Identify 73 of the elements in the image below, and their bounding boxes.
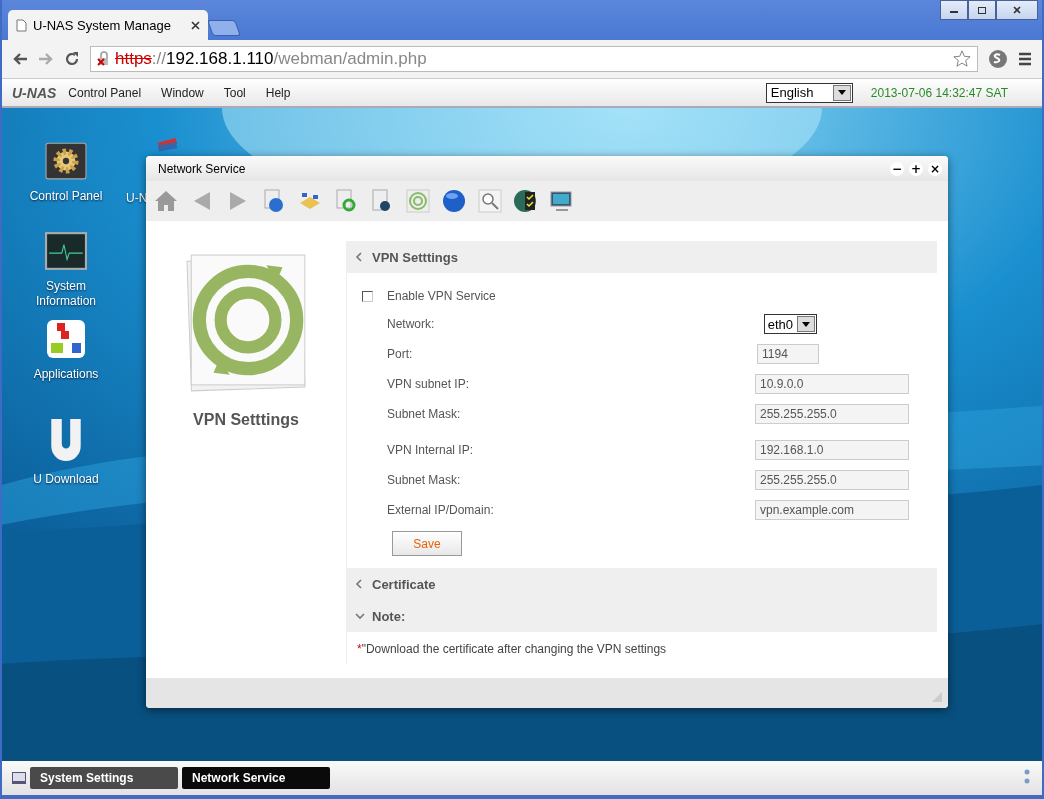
taskbar-button[interactable]: System Settings bbox=[30, 767, 178, 789]
show-desktop-icon[interactable] bbox=[12, 772, 26, 784]
app-logo: U-NAS bbox=[12, 84, 57, 101]
reload-icon[interactable] bbox=[64, 51, 80, 67]
field-label: Port: bbox=[387, 347, 413, 361]
resize-grip-icon[interactable] bbox=[932, 692, 942, 702]
menu-item[interactable]: Window bbox=[161, 85, 204, 100]
section-header[interactable]: Note: bbox=[346, 600, 937, 632]
document-refresh-icon[interactable] bbox=[334, 189, 358, 213]
browser-tab[interactable]: U-NAS System Manage bbox=[8, 10, 208, 40]
input-field[interactable]: 255.255.255.0 bbox=[755, 470, 909, 490]
note-text: *"Download the certificate after changing the VPN settings bbox=[357, 642, 667, 656]
gear-icon bbox=[45, 141, 87, 181]
window-control[interactable]: + bbox=[909, 161, 923, 176]
field-label: Subnet Mask: bbox=[387, 407, 461, 421]
new-tab-button[interactable] bbox=[207, 20, 241, 36]
network-select[interactable]: eth0 bbox=[763, 314, 817, 334]
caret-icon bbox=[837, 90, 846, 95]
document-globe-icon[interactable] bbox=[262, 189, 286, 213]
input-field[interactable]: 10.9.0.0 bbox=[755, 374, 909, 394]
tab-title: U-NAS System Manage bbox=[33, 17, 172, 33]
heartbeat-monitor-icon bbox=[45, 231, 87, 271]
close-button[interactable] bbox=[996, 0, 1038, 20]
input-field[interactable]: vpn.example.com bbox=[755, 500, 909, 520]
close-icon bbox=[1012, 6, 1022, 14]
shortcut-label[interactable]: U-N bbox=[126, 191, 148, 206]
window-control[interactable]: − bbox=[890, 161, 904, 176]
shortcut-label[interactable]: Control Panel bbox=[29, 189, 103, 204]
shortcut-label[interactable]: U Download bbox=[33, 472, 99, 487]
field-label: Network: bbox=[387, 317, 435, 331]
checkbox[interactable] bbox=[361, 290, 373, 302]
extension-icon[interactable] bbox=[988, 49, 1008, 69]
window-title: Network Service bbox=[158, 161, 246, 176]
menu-item[interactable]: Help bbox=[265, 85, 291, 100]
blocks-icon bbox=[45, 319, 87, 359]
page-icon bbox=[16, 18, 27, 32]
field-label: Subnet Mask: bbox=[387, 473, 461, 487]
insecure-lock-icon bbox=[97, 51, 111, 67]
monitor-icon[interactable] bbox=[550, 189, 574, 213]
sidebar-title: VPN Setttings bbox=[193, 411, 299, 429]
section-header[interactable]: VPN Setttings bbox=[346, 241, 937, 273]
star-icon[interactable] bbox=[953, 50, 971, 68]
back-icon[interactable] bbox=[12, 52, 28, 66]
globe-icon[interactable] bbox=[442, 189, 466, 213]
window-control[interactable]: × bbox=[928, 161, 942, 176]
maximize-button[interactable] bbox=[968, 0, 996, 20]
shortcut-label[interactable]: Applications bbox=[33, 367, 99, 382]
minimize-button[interactable] bbox=[940, 0, 968, 20]
menu-item[interactable]: Tool bbox=[223, 85, 246, 100]
refresh-document-icon bbox=[184, 251, 308, 393]
section-title: VPN Setttings bbox=[372, 249, 458, 265]
shortcut-label[interactable]: System Information bbox=[16, 279, 116, 309]
section-title: Certificate bbox=[372, 576, 436, 592]
caret-icon bbox=[802, 321, 810, 327]
checklist-icon[interactable] bbox=[514, 189, 538, 213]
menu-icon[interactable] bbox=[1018, 52, 1032, 66]
maximize-icon bbox=[977, 6, 987, 14]
input-field[interactable]: 192.168.1.0 bbox=[755, 440, 909, 460]
field-label: VPN subnet IP: bbox=[387, 377, 470, 391]
input-field[interactable]: 1194 bbox=[757, 344, 819, 364]
taskbar-button[interactable]: Network Service bbox=[182, 767, 330, 789]
date-time: 2013-07-06 14:32:47 SAT bbox=[870, 85, 1008, 100]
address-field[interactable]: https://192.168.1.110/webman/admin.php bbox=[90, 46, 978, 72]
section-header[interactable]: Certificate bbox=[346, 568, 937, 600]
menu-item[interactable]: Control Panel bbox=[68, 85, 142, 100]
input-field[interactable]: 255.255.255.0 bbox=[755, 404, 909, 424]
field-label: VPN Internal IP: bbox=[387, 443, 474, 457]
field-label: External IP/Domain: bbox=[387, 503, 494, 517]
checkbox-label: Enable VPN Service bbox=[387, 289, 496, 303]
close-icon[interactable] bbox=[191, 20, 200, 30]
search-icon[interactable] bbox=[478, 189, 502, 213]
section-title: Note: bbox=[372, 608, 406, 624]
language-select[interactable]: English bbox=[765, 82, 853, 103]
